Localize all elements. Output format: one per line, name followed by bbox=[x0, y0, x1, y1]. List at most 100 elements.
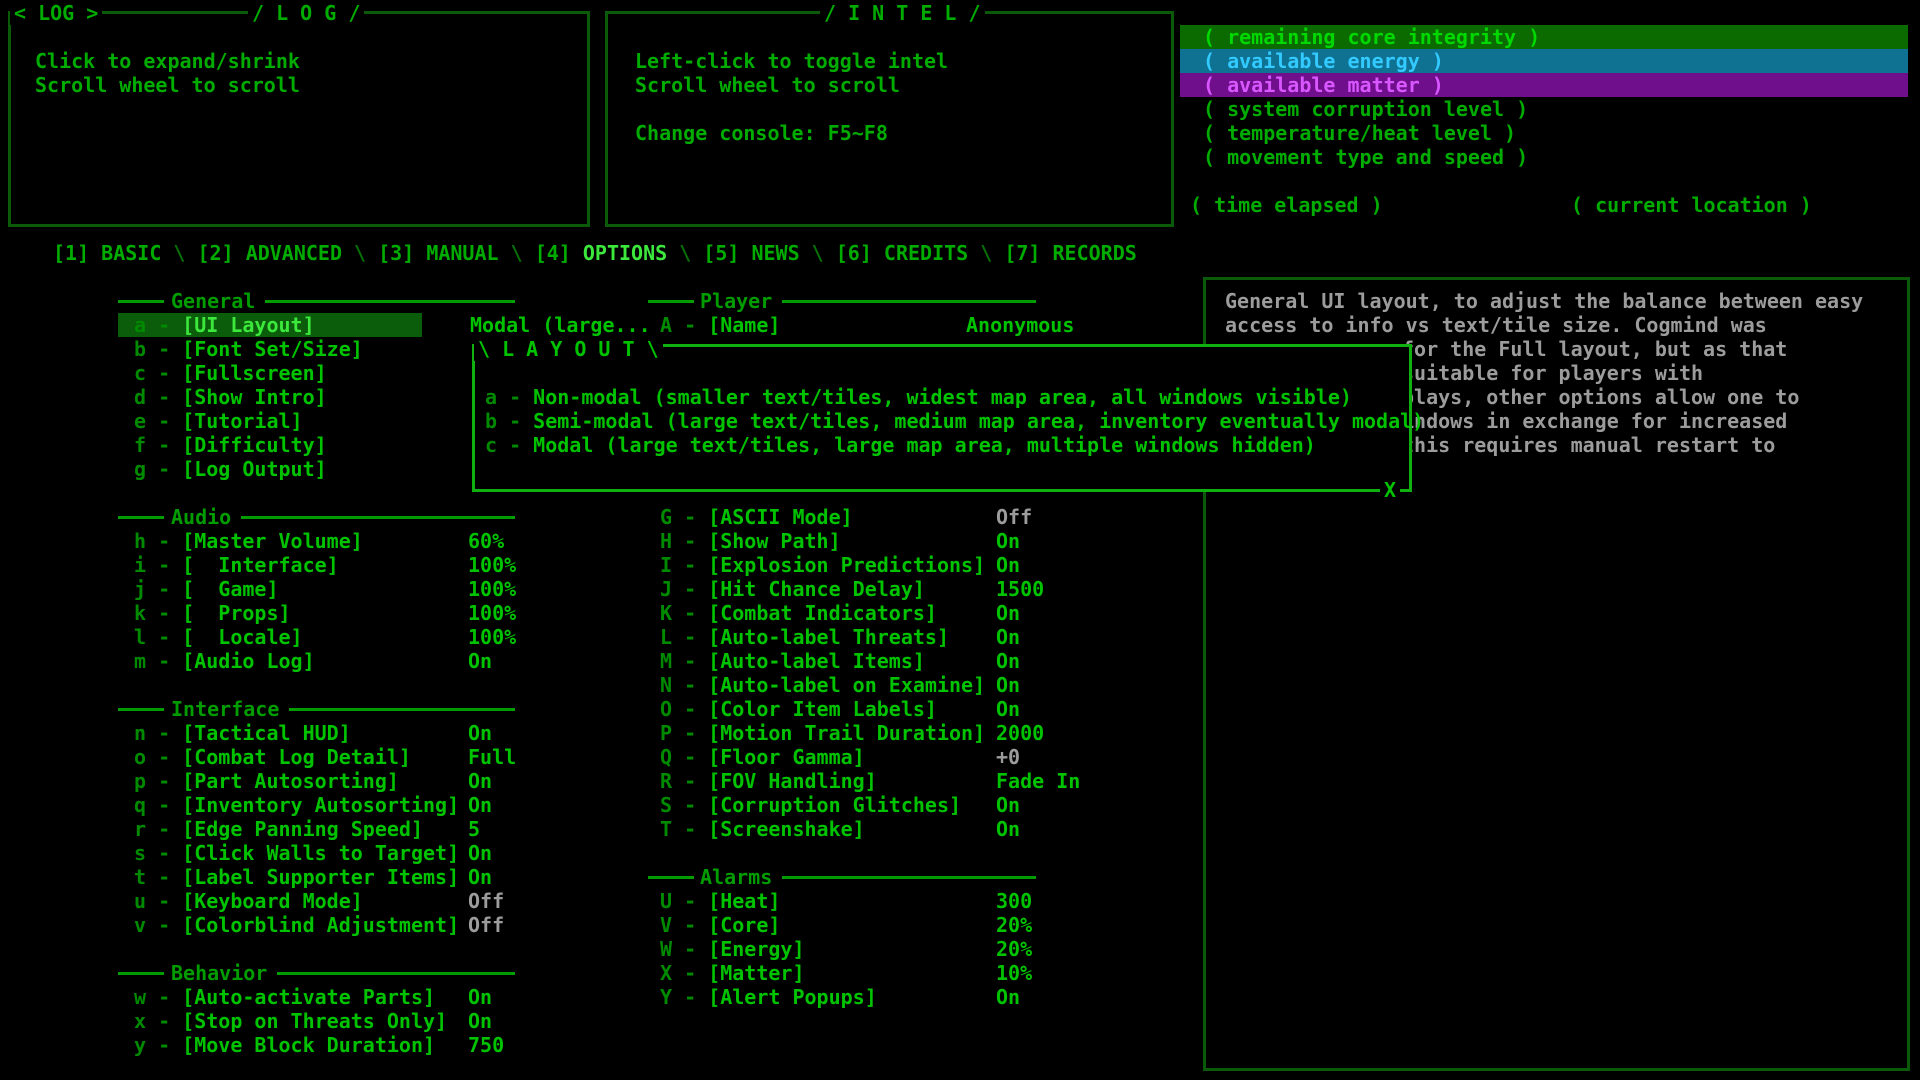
option-row-N[interactable]: N - [Auto-label on Examine]On bbox=[660, 673, 985, 697]
option-key: A - bbox=[660, 313, 708, 337]
layout-modal-close-button[interactable]: X bbox=[1380, 478, 1400, 502]
option-row-O[interactable]: O - [Color Item Labels]On bbox=[660, 697, 937, 721]
option-value: On bbox=[996, 601, 1020, 625]
option-value: On bbox=[468, 721, 492, 745]
section-rule bbox=[118, 972, 164, 975]
tab-basic[interactable]: BASIC bbox=[101, 241, 161, 265]
option-row-t[interactable]: t - [Label Supporter Items]On bbox=[134, 865, 459, 889]
option-row-r[interactable]: r - [Edge Panning Speed]5 bbox=[134, 817, 423, 841]
option-row-m[interactable]: m - [Audio Log]On bbox=[134, 649, 315, 673]
option-row-A[interactable]: A - [Name]Anonymous bbox=[660, 313, 780, 337]
option-key: o - bbox=[134, 745, 182, 769]
option-row-q[interactable]: q - [Inventory Autosorting]On bbox=[134, 793, 459, 817]
option-label: [Hit Chance Delay] bbox=[708, 577, 925, 601]
option-row-n[interactable]: n - [Tactical HUD]On bbox=[134, 721, 351, 745]
option-row-j[interactable]: j - [ Game]100% bbox=[134, 577, 279, 601]
option-row-K[interactable]: K - [Combat Indicators]On bbox=[660, 601, 937, 625]
option-value: On bbox=[996, 529, 1020, 553]
section-rule bbox=[118, 708, 164, 711]
option-value: On bbox=[468, 793, 492, 817]
status-legend-line: ( temperature/heat level ) bbox=[1203, 121, 1516, 145]
option-row-U[interactable]: U - [Heat]300 bbox=[660, 889, 780, 913]
option-key: R - bbox=[660, 769, 708, 793]
option-row-b[interactable]: b - [Font Set/Size] bbox=[134, 337, 363, 361]
option-row-h[interactable]: h - [Master Volume]60% bbox=[134, 529, 363, 553]
tab-options[interactable]: OPTIONS bbox=[583, 241, 667, 265]
option-value: 100% bbox=[468, 577, 516, 601]
option-label: [Motion Trail Duration] bbox=[708, 721, 985, 745]
option-row-l[interactable]: l - [ Locale]100% bbox=[134, 625, 303, 649]
option-key: m - bbox=[134, 649, 182, 673]
tab-credits[interactable]: CREDITS bbox=[884, 241, 968, 265]
option-value: On bbox=[996, 697, 1020, 721]
option-row-T[interactable]: T - [Screenshake]On bbox=[660, 817, 865, 841]
option-row-d[interactable]: d - [Show Intro] bbox=[134, 385, 327, 409]
option-label: [Part Autosorting] bbox=[182, 769, 399, 793]
option-key: u - bbox=[134, 889, 182, 913]
option-row-e[interactable]: e - [Tutorial] bbox=[134, 409, 303, 433]
option-value: 1500 bbox=[996, 577, 1044, 601]
option-row-x[interactable]: x - [Stop on Threats Only]On bbox=[134, 1009, 447, 1033]
option-label: [Auto-label Items] bbox=[708, 649, 925, 673]
tab-news[interactable]: NEWS bbox=[751, 241, 799, 265]
option-key: a - bbox=[134, 313, 182, 337]
option-row-I[interactable]: I - [Explosion Predictions]On bbox=[660, 553, 985, 577]
option-label: [ Game] bbox=[182, 577, 278, 601]
option-label: [Click Walls to Target] bbox=[182, 841, 459, 865]
option-value: 5 bbox=[468, 817, 480, 841]
option-row-P[interactable]: P - [Motion Trail Duration]2000 bbox=[660, 721, 985, 745]
help-text-line: access to info vs text/tile size. Cogmin… bbox=[1225, 313, 1767, 337]
option-key: X - bbox=[660, 961, 708, 985]
option-row-y[interactable]: y - [Move Block Duration]750 bbox=[134, 1033, 435, 1057]
option-row-c[interactable]: c - [Fullscreen] bbox=[134, 361, 327, 385]
option-row-o[interactable]: o - [Combat Log Detail]Full bbox=[134, 745, 411, 769]
option-row-J[interactable]: J - [Hit Chance Delay]1500 bbox=[660, 577, 925, 601]
option-label: [Matter] bbox=[708, 961, 804, 985]
option-row-W[interactable]: W - [Energy]20% bbox=[660, 937, 805, 961]
section-header-iface: Interface bbox=[171, 697, 279, 721]
tab-separator: \ bbox=[342, 241, 378, 265]
option-row-Q[interactable]: Q - [Floor Gamma]+0 bbox=[660, 745, 865, 769]
option-row-H[interactable]: H - [Show Path]On bbox=[660, 529, 841, 553]
option-row-u[interactable]: u - [Keyboard Mode]Off bbox=[134, 889, 363, 913]
option-row-v[interactable]: v - [Colorblind Adjustment]Off bbox=[134, 913, 459, 937]
tab-separator: \ bbox=[499, 241, 535, 265]
tab-records[interactable]: RECORDS bbox=[1053, 241, 1137, 265]
option-row-L[interactable]: L - [Auto-label Threats]On bbox=[660, 625, 949, 649]
layout-option-a[interactable]: a - Non-modal (smaller text/tiles, wides… bbox=[485, 385, 1352, 409]
option-row-Y[interactable]: Y - [Alert Popups]On bbox=[660, 985, 877, 1009]
option-label: [Auto-label on Examine] bbox=[708, 673, 985, 697]
option-value: On bbox=[996, 985, 1020, 1009]
option-row-X[interactable]: X - [Matter]10% bbox=[660, 961, 805, 985]
option-label: [Keyboard Mode] bbox=[182, 889, 363, 913]
option-row-a[interactable]: a - [UI Layout]Modal (large... bbox=[134, 313, 315, 337]
layout-option-c[interactable]: c - Modal (large text/tiles, large map a… bbox=[485, 433, 1316, 457]
option-row-s[interactable]: s - [Click Walls to Target]On bbox=[134, 841, 459, 865]
option-row-k[interactable]: k - [ Props]100% bbox=[134, 601, 291, 625]
option-row-G[interactable]: G - [ASCII Mode]Off bbox=[660, 505, 853, 529]
tab-manual[interactable]: MANUAL bbox=[426, 241, 498, 265]
option-row-M[interactable]: M - [Auto-label Items]On bbox=[660, 649, 925, 673]
tab-advanced[interactable]: ADVANCED bbox=[246, 241, 342, 265]
option-key: P - bbox=[660, 721, 708, 745]
help-text-line: this requires manual restart to bbox=[1402, 433, 1775, 457]
option-key: y - bbox=[134, 1033, 182, 1057]
option-row-V[interactable]: V - [Core]20% bbox=[660, 913, 780, 937]
option-key: s - bbox=[134, 841, 182, 865]
option-row-p[interactable]: p - [Part Autosorting]On bbox=[134, 769, 399, 793]
option-row-R[interactable]: R - [FOV Handling]Fade In bbox=[660, 769, 877, 793]
status-bar: ( available energy ) bbox=[1180, 49, 1908, 73]
log-tab[interactable]: < LOG > bbox=[10, 1, 102, 25]
option-row-w[interactable]: w - [Auto-activate Parts]On bbox=[134, 985, 435, 1009]
option-label: [Heat] bbox=[708, 889, 780, 913]
option-row-g[interactable]: g - [Log Output] bbox=[134, 457, 327, 481]
layout-option-b[interactable]: b - Semi-modal (large text/tiles, medium… bbox=[485, 409, 1424, 433]
log-panel bbox=[8, 11, 590, 227]
option-value: 100% bbox=[468, 553, 516, 577]
option-row-f[interactable]: f - [Difficulty] bbox=[134, 433, 327, 457]
option-row-S[interactable]: S - [Corruption Glitches]On bbox=[660, 793, 961, 817]
option-value: On bbox=[468, 649, 492, 673]
option-key: g - bbox=[134, 457, 182, 481]
option-row-i[interactable]: i - [ Interface]100% bbox=[134, 553, 339, 577]
option-key: M - bbox=[660, 649, 708, 673]
